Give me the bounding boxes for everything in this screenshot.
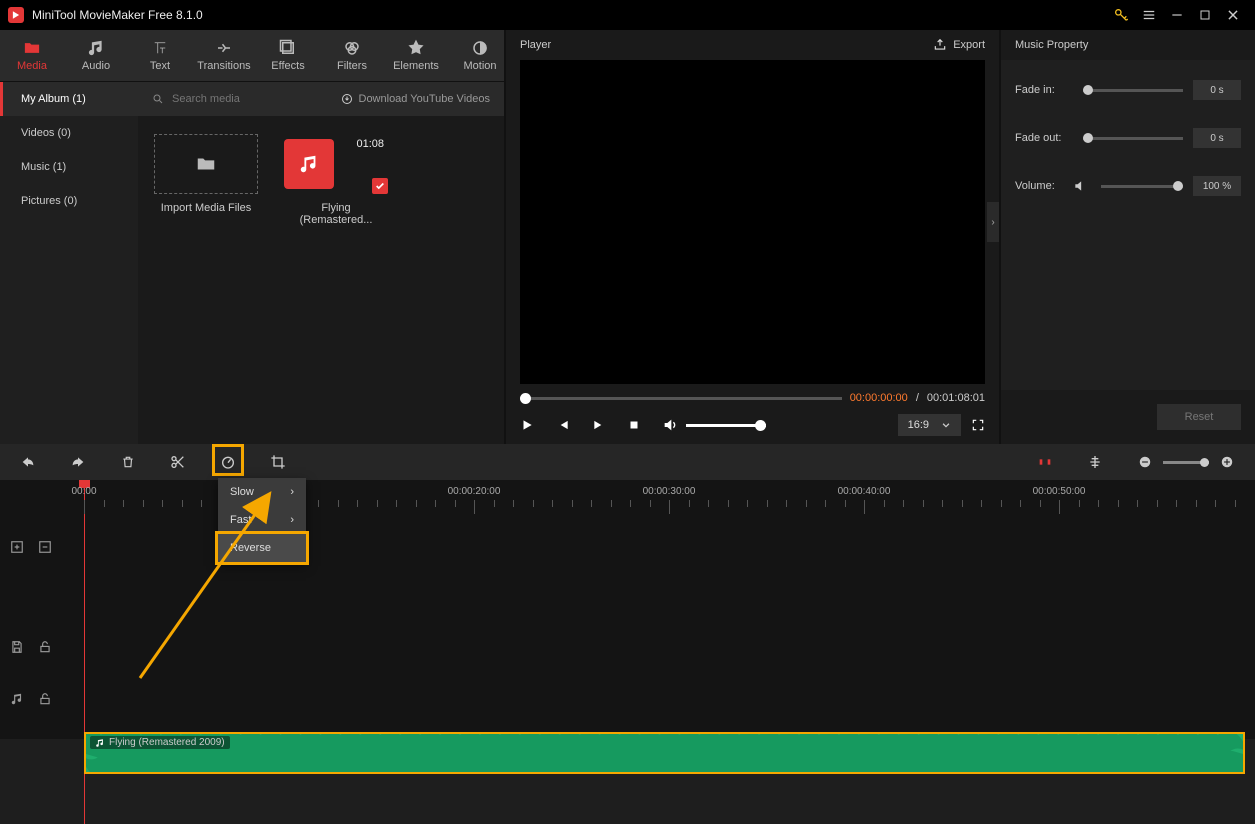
video-track[interactable] xyxy=(0,584,1255,634)
media-sidebar: My Album (1)Videos (0)Music (1)Pictures … xyxy=(0,82,138,444)
reset-button[interactable]: Reset xyxy=(1157,404,1241,430)
timeline-panel: 00:0000:00:10:0000:00:20:0000:00:30:0000… xyxy=(0,444,1255,739)
tab-effects[interactable]: Effects xyxy=(256,30,320,81)
magnet-button[interactable] xyxy=(1035,452,1055,472)
properties-panel: Music Property Fade in: 0 s Fade out: 0 … xyxy=(1001,30,1255,444)
chevron-right-icon: › xyxy=(290,514,294,526)
tab-media[interactable]: Media xyxy=(0,30,64,81)
premium-key-icon[interactable] xyxy=(1107,1,1135,29)
tab-elements[interactable]: Elements xyxy=(384,30,448,81)
ruler-label: 00:00:50:00 xyxy=(1033,486,1086,497)
next-frame-button[interactable] xyxy=(592,418,606,432)
volume-label: Volume: xyxy=(1015,180,1073,192)
collapse-properties-icon[interactable]: › xyxy=(987,202,999,242)
sidebar-item[interactable]: Music (1) xyxy=(0,150,138,184)
redo-button[interactable] xyxy=(68,452,88,472)
fullscreen-button[interactable] xyxy=(971,418,985,432)
download-youtube-link[interactable]: Download YouTube Videos xyxy=(341,93,491,105)
aspect-ratio-select[interactable]: 16:9 xyxy=(898,414,961,436)
search-input[interactable] xyxy=(172,93,333,105)
timecode-current: 00:00:00:00 xyxy=(850,392,908,404)
sidebar-item[interactable]: Videos (0) xyxy=(0,116,138,150)
properties-title: Music Property xyxy=(1015,39,1088,51)
zoom-slider[interactable] xyxy=(1163,461,1209,464)
delete-button[interactable] xyxy=(118,452,138,472)
fade-in-label: Fade in: xyxy=(1015,84,1073,96)
titlebar: MiniTool MovieMaker Free 8.1.0 xyxy=(0,0,1255,30)
minimize-button[interactable] xyxy=(1163,1,1191,29)
media-panel: MediaAudioTextTransitionsEffectsFiltersE… xyxy=(0,30,506,444)
app-logo xyxy=(8,7,24,23)
video-viewport[interactable]: › xyxy=(520,60,985,384)
track-align-button[interactable] xyxy=(1085,452,1105,472)
remove-track-icon[interactable] xyxy=(38,540,52,554)
timeline-toolbar xyxy=(0,444,1255,480)
chevron-right-icon: › xyxy=(290,486,294,498)
speed-menu-reverse[interactable]: Reverse xyxy=(218,534,306,562)
export-button[interactable]: Export xyxy=(933,38,985,52)
maximize-button[interactable] xyxy=(1191,1,1219,29)
overlay-track[interactable] xyxy=(0,634,1255,684)
volume-slider[interactable] xyxy=(686,424,766,427)
music-icon xyxy=(284,139,334,189)
volume-icon[interactable] xyxy=(662,417,678,433)
close-button[interactable] xyxy=(1219,1,1247,29)
waveform xyxy=(86,734,1243,774)
tool-tabs: MediaAudioTextTransitionsEffectsFiltersE… xyxy=(0,30,504,82)
tab-transitions[interactable]: Transitions xyxy=(192,30,256,81)
annotation-highlight-speed xyxy=(212,444,244,476)
sidebar-item[interactable]: My Album (1) xyxy=(0,82,138,116)
playback-seekbar[interactable] xyxy=(520,397,842,400)
crop-button[interactable] xyxy=(268,452,288,472)
ruler-label: 00:00:20:00 xyxy=(448,486,501,497)
media-duration: 01:08 xyxy=(356,138,384,150)
timecode-total: 00:01:08:01 xyxy=(927,392,985,404)
speed-menu-fast[interactable]: Fast › xyxy=(218,506,306,534)
sidebar-item[interactable]: Pictures (0) xyxy=(0,184,138,218)
undo-button[interactable] xyxy=(18,452,38,472)
zoom-out-button[interactable] xyxy=(1135,452,1155,472)
volume-prop-slider[interactable] xyxy=(1101,185,1183,188)
media-item-audio[interactable]: 01:08 Flying (Remastered... xyxy=(284,134,388,226)
player-title: Player xyxy=(520,39,551,51)
tab-filters[interactable]: Filters xyxy=(320,30,384,81)
tab-audio[interactable]: Audio xyxy=(64,30,128,81)
app-title: MiniTool MovieMaker Free 8.1.0 xyxy=(32,8,1107,22)
add-track-icon[interactable] xyxy=(10,540,24,554)
stop-button[interactable] xyxy=(628,419,640,431)
search-icon xyxy=(152,93,164,105)
prev-frame-button[interactable] xyxy=(556,418,570,432)
fade-out-label: Fade out: xyxy=(1015,132,1073,144)
tab-text[interactable]: Text xyxy=(128,30,192,81)
play-button[interactable] xyxy=(520,418,534,432)
speed-menu-slow[interactable]: Slow › xyxy=(218,478,306,506)
ruler-label: 00:00:40:00 xyxy=(838,486,891,497)
zoom-in-button[interactable] xyxy=(1217,452,1237,472)
tab-motion[interactable]: Motion xyxy=(448,30,512,81)
speed-menu: Slow › Fast › Reverse xyxy=(218,478,306,562)
import-media-button[interactable]: Import Media Files xyxy=(154,134,258,214)
split-button[interactable] xyxy=(168,452,188,472)
volume-prop-icon[interactable] xyxy=(1073,179,1087,193)
ruler-label: 00:00:30:00 xyxy=(643,486,696,497)
ruler-label: 00:00 xyxy=(71,486,96,497)
player-panel: Player Export › 00:00:00:00 / 00:01:08:0… xyxy=(506,30,1001,444)
fade-out-value[interactable]: 0 s xyxy=(1193,128,1241,148)
fade-in-slider[interactable] xyxy=(1083,89,1183,92)
audio-clip[interactable]: Flying (Remastered 2009) xyxy=(84,732,1245,774)
check-icon xyxy=(372,178,388,194)
menu-icon[interactable] xyxy=(1135,1,1163,29)
audio-track[interactable]: Flying (Remastered 2009) xyxy=(0,728,1255,778)
fade-in-value[interactable]: 0 s xyxy=(1193,80,1241,100)
fade-out-slider[interactable] xyxy=(1083,137,1183,140)
volume-prop-value[interactable]: 100 % xyxy=(1193,176,1241,196)
